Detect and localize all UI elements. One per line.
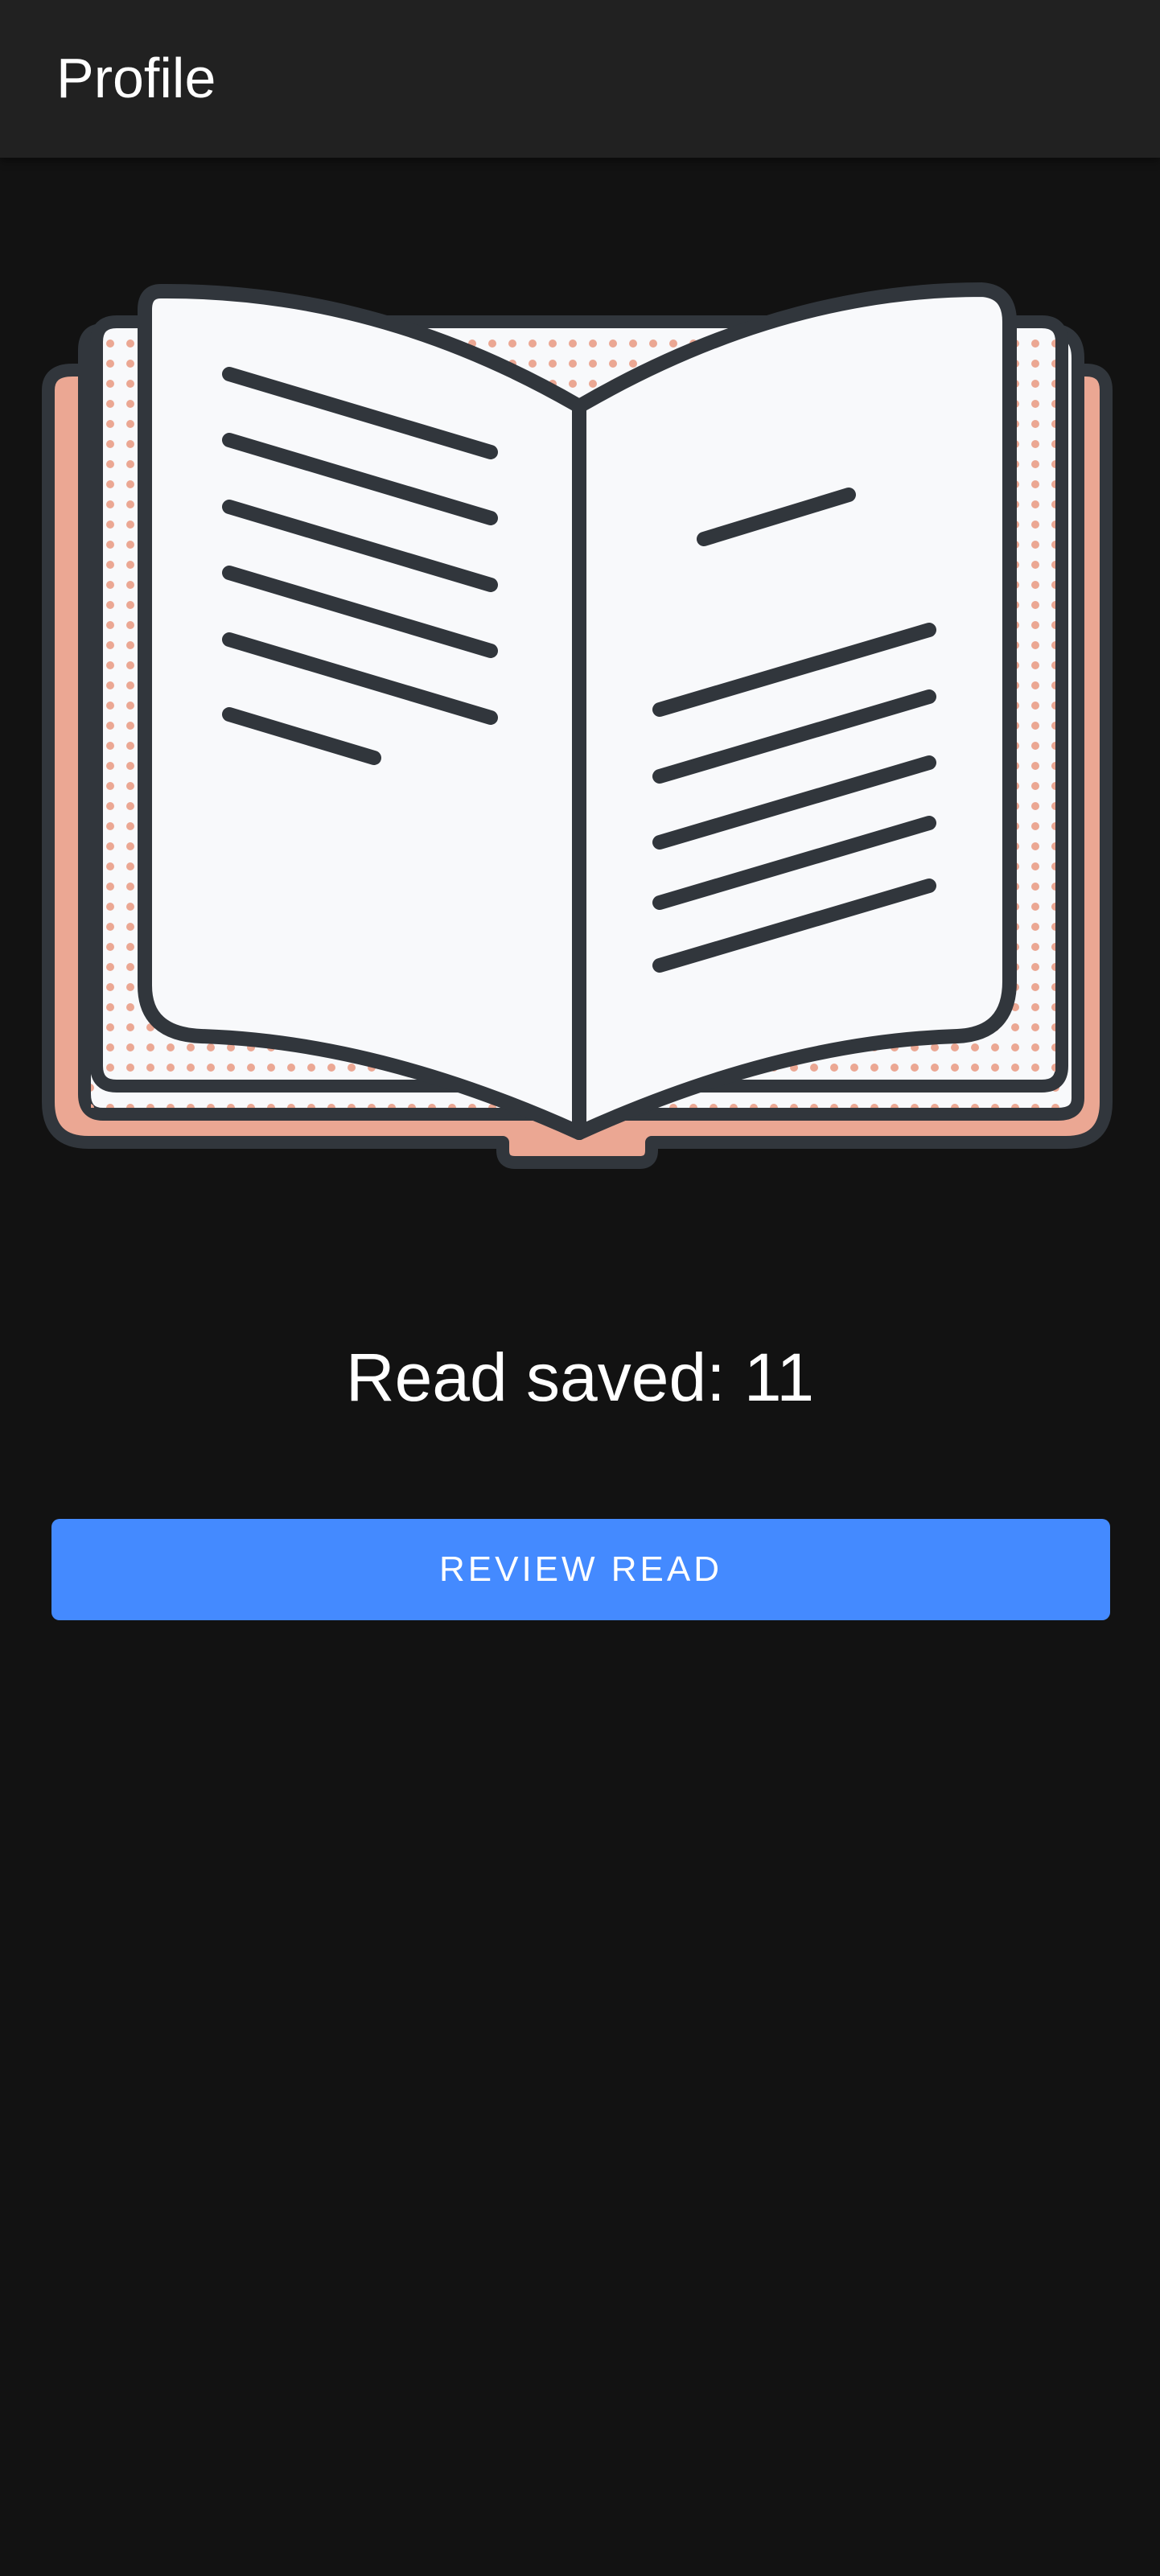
review-read-button[interactable]: REVIEW READ	[51, 1519, 1110, 1620]
read-saved-count: Read saved: 11	[345, 1339, 815, 1415]
app-bar: Profile	[0, 0, 1160, 158]
page-title: Profile	[56, 47, 216, 109]
open-book-icon	[40, 274, 1120, 1199]
